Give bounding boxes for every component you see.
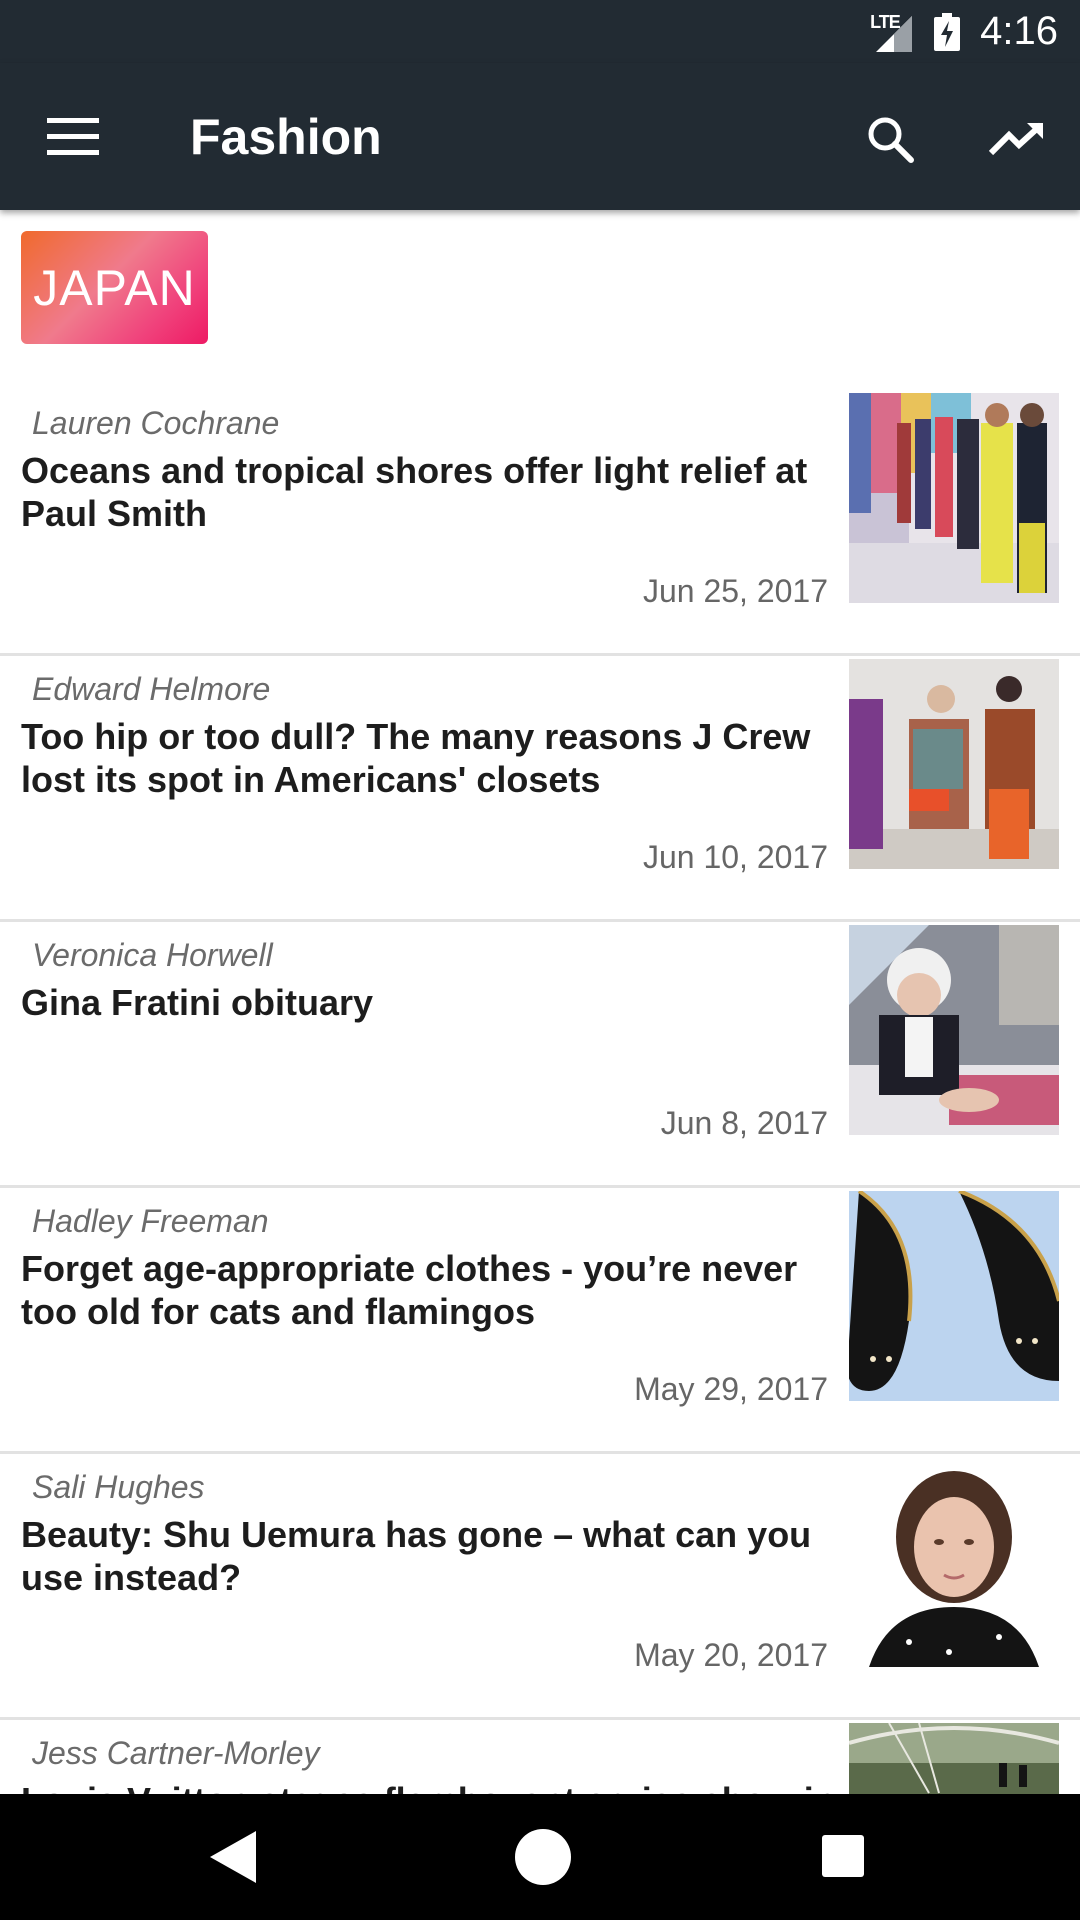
article-headline: Gina Fratini obituary xyxy=(21,982,374,1023)
article-author: Veronica Horwell xyxy=(32,937,273,973)
app-bar: Fashion xyxy=(0,63,1080,210)
article-thumbnail xyxy=(849,925,1059,1135)
article-author: Jess Cartner-Morley xyxy=(32,1735,320,1771)
article-thumbnail xyxy=(849,659,1059,869)
article-item[interactable]: Veronica Horwell Gina Fratini obituary J… xyxy=(0,919,1080,1188)
article-date: May 29, 2017 xyxy=(634,1371,828,1407)
battery-charging-icon xyxy=(934,12,961,51)
article-item[interactable]: Hadley Freeman Forget age-appropriate cl… xyxy=(0,1185,1080,1454)
article-author: Lauren Cochrane xyxy=(32,405,280,441)
article-headline: Forget age-appropriate clothes - you’re … xyxy=(21,1248,798,1332)
article-headline: Beauty: Shu Uemura has gone – what can y… xyxy=(21,1514,812,1598)
article-list: JAPAN Lauren Cochrane Oceans and tropica… xyxy=(0,210,1080,1794)
recent-apps-icon[interactable] xyxy=(822,1835,864,1877)
article-item[interactable]: Edward Helmore Too hip or too dull? The … xyxy=(0,653,1080,922)
article-item[interactable]: Jess Cartner-Morley Louis Vuitton stages… xyxy=(0,1717,1080,1794)
article-author: Hadley Freeman xyxy=(32,1203,269,1239)
article-thumbnail xyxy=(849,393,1059,603)
article-date: May 20, 2017 xyxy=(634,1637,828,1673)
article-thumbnail xyxy=(849,1191,1059,1401)
article-thumbnail xyxy=(849,1457,1059,1667)
article-date: Jun 25, 2017 xyxy=(642,573,828,609)
home-icon[interactable] xyxy=(515,1829,571,1885)
search-button[interactable] xyxy=(858,107,922,171)
system-nav-bar xyxy=(0,1794,1080,1920)
page-title: Fashion xyxy=(190,109,382,165)
hamburger-menu-icon xyxy=(47,118,99,155)
article-item[interactable]: Lauren Cochrane Oceans and tropical shor… xyxy=(0,387,1080,656)
article-item[interactable]: Sali Hughes Beauty: Shu Uemura has gone … xyxy=(0,1451,1080,1720)
article-headline: Louis Vuitton stages flamboyant cruise s… xyxy=(21,1779,841,1794)
article-date: Jun 8, 2017 xyxy=(660,1105,828,1141)
article-headline: Oceans and tropical shores offer light r… xyxy=(21,450,808,534)
article-headline: Too hip or too dull? The many reasons J … xyxy=(21,716,811,800)
trending-button[interactable] xyxy=(984,107,1050,171)
status-icons: LTE 4:16 xyxy=(870,0,1058,63)
trending-up-icon xyxy=(989,122,1044,156)
article-author: Edward Helmore xyxy=(32,671,271,707)
article-thumbnail xyxy=(849,1723,1059,1794)
clock: 4:16 xyxy=(980,9,1058,53)
status-bar: LTE 4:16 xyxy=(0,0,1080,63)
search-icon xyxy=(868,117,914,163)
article-date: Jun 10, 2017 xyxy=(642,839,828,875)
article-author: Sali Hughes xyxy=(32,1469,205,1505)
lte-signal-icon: LTE xyxy=(870,12,914,52)
tag-japan[interactable]: JAPAN xyxy=(21,231,208,344)
menu-button[interactable] xyxy=(38,107,108,167)
back-icon[interactable] xyxy=(210,1831,256,1883)
